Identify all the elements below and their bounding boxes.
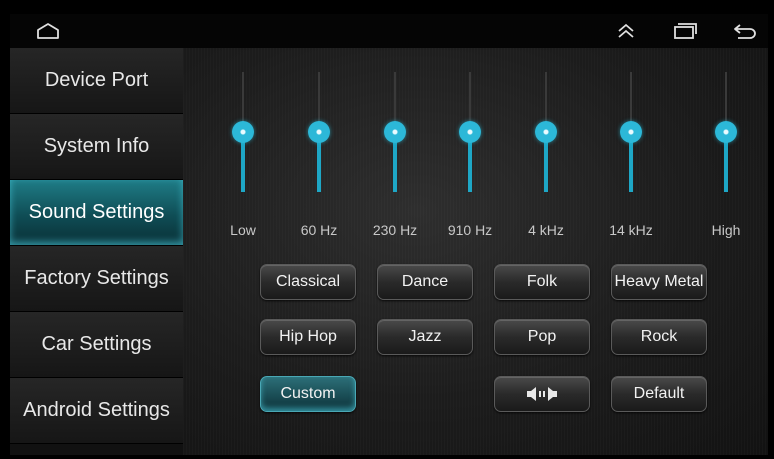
eq-label-4khz: 4 kHz	[528, 222, 564, 238]
balance-button[interactable]	[494, 376, 590, 412]
preset-custom-button[interactable]: Custom	[260, 376, 356, 412]
preset-dance-button[interactable]: Dance	[377, 264, 473, 300]
sidebar-item-android-settings[interactable]: Android Settings	[10, 378, 183, 444]
slider-knob[interactable]	[308, 121, 330, 143]
slider-knob[interactable]	[715, 121, 737, 143]
eq-label-high: High	[711, 222, 741, 238]
preset-pop-button[interactable]: Pop	[494, 319, 590, 355]
eq-label-230hz: 230 Hz	[372, 222, 418, 238]
preset-rock-button[interactable]: Rock	[611, 319, 707, 355]
eq-slider-14khz[interactable]	[620, 72, 642, 192]
eq-slider-60hz[interactable]	[308, 72, 330, 192]
sidebar-item-car-settings[interactable]: Car Settings	[10, 312, 183, 378]
status-bar	[10, 14, 768, 48]
sidebar-item-factory-settings[interactable]: Factory Settings	[10, 246, 183, 312]
recents-icon[interactable]	[673, 22, 697, 40]
eq-label-910hz: 910 Hz	[447, 222, 493, 238]
back-arrow-icon[interactable]	[732, 22, 758, 40]
eq-label-14khz: 14 kHz	[609, 222, 653, 238]
slider-knob[interactable]	[232, 121, 254, 143]
sidebar-item-sound-settings[interactable]: Sound Settings	[10, 180, 183, 246]
eq-label-low: Low	[230, 222, 256, 238]
default-button[interactable]: Default	[611, 376, 707, 412]
eq-label-60hz: 60 Hz	[300, 222, 338, 238]
eq-slider-low[interactable]	[232, 72, 254, 192]
slider-knob[interactable]	[620, 121, 642, 143]
eq-slider-230hz[interactable]	[384, 72, 406, 192]
home-icon[interactable]	[36, 22, 60, 40]
preset-hip-hop-button[interactable]: Hip Hop	[260, 319, 356, 355]
preset-jazz-button[interactable]: Jazz	[377, 319, 473, 355]
double-chevron-up-icon[interactable]	[616, 22, 636, 40]
slider-knob[interactable]	[459, 121, 481, 143]
slider-knob[interactable]	[384, 121, 406, 143]
slider-knob[interactable]	[535, 121, 557, 143]
screen: Device Port System Info Sound Settings F…	[10, 14, 768, 455]
sidebar-item-system-info[interactable]: System Info	[10, 114, 183, 180]
eq-slider-4khz[interactable]	[535, 72, 557, 192]
eq-slider-910hz[interactable]	[459, 72, 481, 192]
preset-classical-button[interactable]: Classical	[260, 264, 356, 300]
preset-heavy-metal-button[interactable]: Heavy Metal	[611, 264, 707, 300]
sidebar-item-device-port[interactable]: Device Port	[10, 48, 183, 114]
settings-sidebar: Device Port System Info Sound Settings F…	[10, 48, 183, 455]
eq-slider-high[interactable]	[715, 72, 737, 192]
speaker-balance-icon	[527, 387, 557, 401]
equalizer-panel: Low 60 Hz 230 Hz 910 Hz 4 kHz 14 kHz Hig…	[183, 48, 768, 455]
preset-folk-button[interactable]: Folk	[494, 264, 590, 300]
